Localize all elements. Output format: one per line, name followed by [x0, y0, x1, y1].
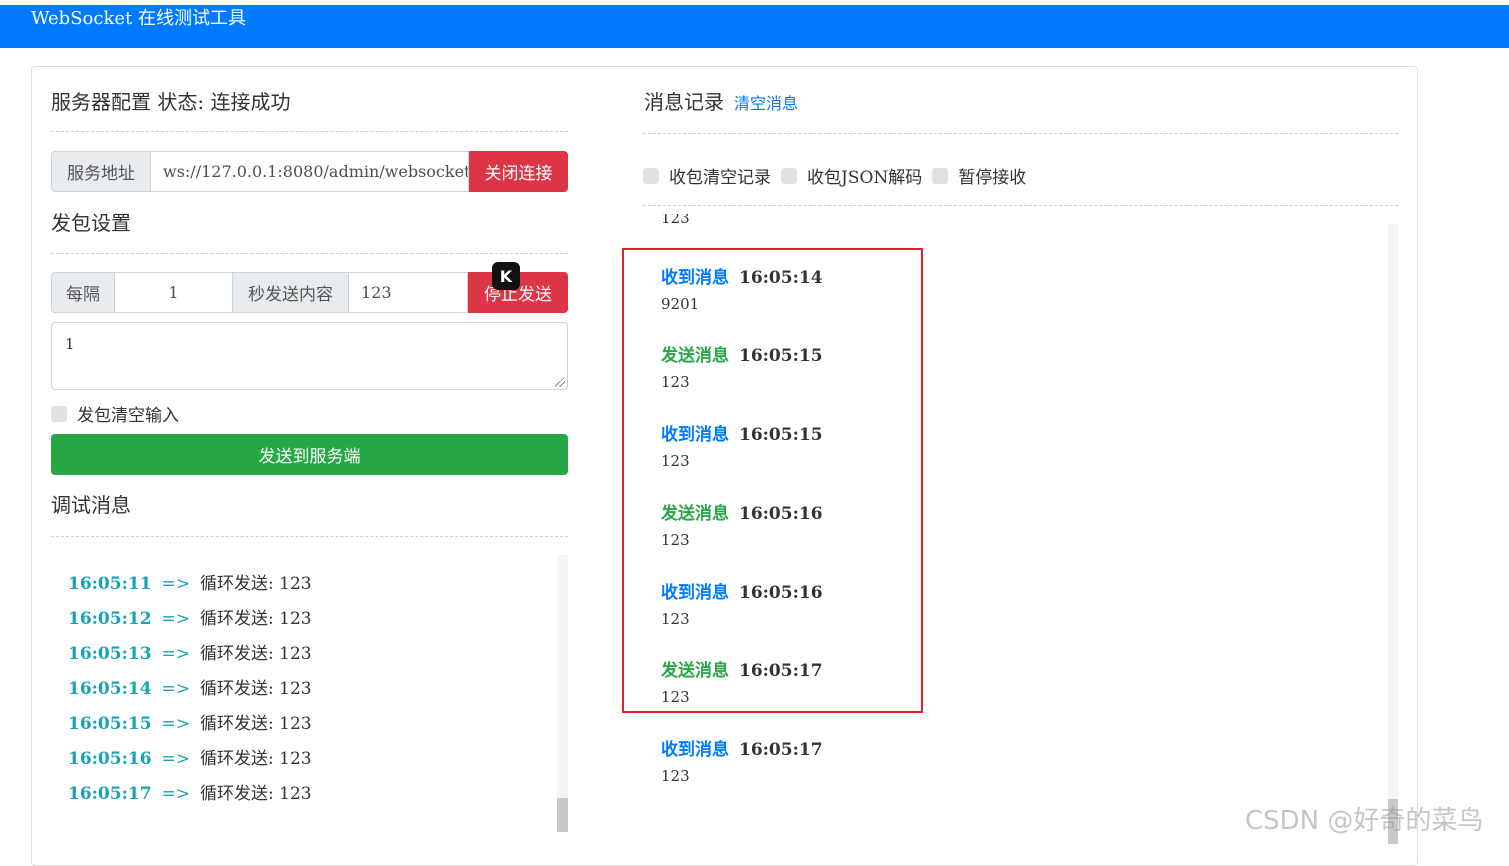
debug-text: 循环发送: 123: [200, 714, 312, 734]
debug-arrow: =>: [161, 679, 191, 699]
debug-text: 循环发送: 123: [200, 679, 312, 699]
server-config-heading: 服务器配置 状态: 连接成功: [51, 90, 291, 114]
message-body: 123: [661, 767, 690, 785]
debug-row: 16:05:17 => 循环发送: 123: [68, 782, 312, 806]
debug-text: 循环发送: 123: [200, 784, 312, 804]
json-decode-checkbox[interactable]: [781, 167, 797, 184]
debug-text: 循环发送: 123: [200, 749, 312, 769]
message-log-heading: 消息记录 清空消息: [644, 88, 798, 118]
debug-arrow: =>: [161, 749, 191, 769]
interval-input[interactable]: 1: [115, 272, 233, 313]
top-navbar: WebSocket 在线测试工具: [0, 5, 1509, 48]
app-title: WebSocket 在线测试工具: [31, 8, 246, 29]
message-kind: 收到消息: [661, 740, 729, 760]
debug-arrow: =>: [161, 574, 191, 594]
send-to-server-button[interactable]: 发送到服务端: [51, 434, 568, 475]
message-options: 收包清空记录 收包JSON解码 暂停接收: [643, 163, 1036, 188]
debug-arrow: =>: [161, 609, 191, 629]
divider: [643, 133, 1398, 134]
debug-text: 循环发送: 123: [200, 644, 312, 664]
divider: [51, 253, 568, 254]
message-log-title: 消息记录: [644, 90, 724, 114]
option-label: 暂停接收: [958, 168, 1027, 188]
debug-time: 16:05:11: [68, 574, 152, 594]
pause-receive-checkbox[interactable]: [932, 167, 949, 184]
debug-time: 16:05:14: [68, 679, 152, 699]
server-address-label: 服务地址: [51, 151, 151, 192]
send-settings-heading: 发包设置: [51, 211, 131, 235]
debug-time: 16:05:15: [68, 714, 152, 734]
close-connection-button[interactable]: 关闭连接: [469, 151, 568, 192]
debug-time: 16:05:13: [68, 644, 152, 664]
option-json-decode[interactable]: 收包JSON解码: [781, 163, 922, 188]
debug-text: 循环发送: 123: [200, 609, 312, 629]
debug-row: 16:05:11 => 循环发送: 123: [68, 572, 312, 596]
debug-row-partial: [68, 555, 73, 565]
debug-row: 16:05:12 => 循环发送: 123: [68, 607, 312, 631]
resize-handle-icon[interactable]: [555, 377, 565, 387]
option-pause-receive[interactable]: 暂停接收: [932, 163, 1026, 188]
message-time: 16:05:17: [739, 740, 823, 760]
debug-time: 16:05:17: [68, 784, 152, 804]
message-textarea[interactable]: 1: [51, 322, 568, 390]
clear-input-option[interactable]: 发包清空输入: [51, 401, 179, 426]
textarea-value: 1: [65, 335, 75, 353]
debug-arrow: =>: [161, 644, 191, 664]
debug-scrollbar-thumb[interactable]: [557, 798, 568, 832]
debug-time: 16:05:16: [68, 749, 152, 769]
debug-arrow: =>: [161, 714, 191, 734]
clear-input-checkbox[interactable]: [51, 405, 67, 422]
message-scrollbar[interactable]: [1388, 224, 1398, 844]
k-overlay-icon[interactable]: K: [492, 262, 520, 290]
csdn-watermark: CSDN @好奇的菜鸟: [1245, 806, 1484, 836]
debug-row: 16:05:16 => 循环发送: 123: [68, 747, 312, 771]
option-clear-on-receive[interactable]: 收包清空记录: [643, 163, 771, 188]
every-label: 每隔: [51, 272, 115, 313]
debug-row: 16:05:15 => 循环发送: 123: [68, 712, 312, 736]
clear-messages-link[interactable]: 清空消息: [734, 94, 798, 113]
message-body: 123: [661, 214, 690, 227]
divider: [643, 205, 1398, 206]
server-address-input[interactable]: ws://127.0.0.1:8080/admin/websocket: [151, 151, 469, 192]
option-label: 收包JSON解码: [807, 168, 923, 188]
debug-arrow: =>: [161, 784, 191, 804]
server-address-group: 服务地址 ws://127.0.0.1:8080/admin/websocket…: [51, 151, 568, 192]
divider: [51, 536, 568, 537]
clear-on-receive-checkbox[interactable]: [643, 167, 659, 184]
highlight-annotation-box: [622, 248, 923, 713]
debug-text: 循环发送: 123: [200, 574, 312, 594]
debug-row: 16:05:13 => 循环发送: 123: [68, 642, 312, 666]
option-label: 收包清空记录: [669, 168, 771, 188]
clear-input-label: 发包清空输入: [77, 406, 179, 426]
interval-send-group: 每隔 1 秒发送内容 123 停止发送: [51, 272, 568, 313]
divider: [51, 131, 568, 132]
message-partial: 123: [661, 214, 690, 228]
send-content-input[interactable]: 123: [349, 272, 468, 313]
debug-scrollbar[interactable]: [557, 555, 568, 832]
send-content-label: 秒发送内容: [233, 272, 349, 313]
debug-time: 16:05:12: [68, 609, 152, 629]
debug-message-list: 16:05:11 => 循环发送: 123 16:05:12 => 循环发送: 123 …: [51, 555, 568, 832]
debug-row: 16:05:14 => 循环发送: 123: [68, 677, 312, 701]
message-item: 收到消息 16:05:17 123: [661, 738, 823, 786]
debug-heading: 调试消息: [51, 493, 131, 517]
